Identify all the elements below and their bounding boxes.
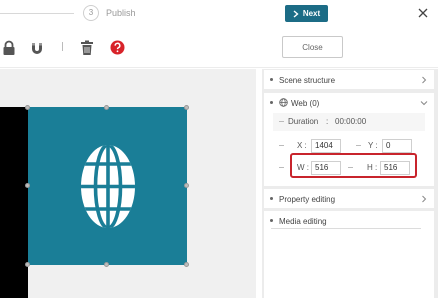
- magnet-icon[interactable]: [30, 40, 44, 56]
- close-icon[interactable]: [418, 8, 428, 18]
- property-editing-title: Property editing: [279, 195, 336, 204]
- dash-icon: [279, 145, 284, 146]
- size-highlight-box: [290, 153, 417, 178]
- stage-background: [0, 107, 28, 298]
- step-connector: [0, 13, 74, 14]
- bullet-icon: [270, 101, 273, 104]
- top-bar: 3 Publish Next: [0, 0, 438, 30]
- bullet-icon: [270, 78, 273, 81]
- scene-structure-header[interactable]: Scene structure: [264, 70, 434, 90]
- resize-handle-top-right[interactable]: [184, 105, 189, 110]
- media-editing-title: Media editing: [279, 217, 327, 226]
- bullet-icon: [270, 197, 273, 200]
- y-label: Y :: [368, 141, 378, 150]
- help-icon[interactable]: [110, 40, 125, 55]
- chevron-right-icon: [422, 195, 427, 203]
- dash-icon: [279, 167, 284, 168]
- divider: [271, 228, 421, 229]
- chevron-right-icon: [293, 9, 299, 18]
- resize-handle-bottom-left[interactable]: [25, 262, 30, 267]
- web-media-element[interactable]: [28, 107, 187, 265]
- close-button[interactable]: Close: [282, 36, 343, 58]
- step-number[interactable]: 3: [83, 5, 99, 21]
- resize-handle-bottom[interactable]: [104, 262, 109, 267]
- lock-icon[interactable]: [2, 40, 16, 56]
- scene-structure-title: Scene structure: [279, 76, 336, 85]
- duration-row: Duration : 00:00:00: [273, 113, 425, 131]
- y-input[interactable]: 0: [382, 139, 412, 153]
- bullet-icon: [270, 219, 273, 222]
- resize-handle-bottom-right[interactable]: [184, 262, 189, 267]
- trash-icon[interactable]: [80, 40, 94, 56]
- duration-separator: :: [326, 117, 329, 126]
- canvas-area[interactable]: [0, 69, 256, 298]
- properties-panel: Scene structure Web (0) Duration: 00:00…: [262, 69, 438, 298]
- property-editing-section[interactable]: Property editing: [264, 189, 434, 208]
- duration-value: 00:00:00: [335, 117, 367, 126]
- resize-handle-left[interactable]: [25, 183, 30, 188]
- web-section-header[interactable]: Web (0): [264, 93, 434, 113]
- toolbar: Close: [0, 30, 438, 68]
- duration-label: Duration: [288, 117, 319, 126]
- x-input[interactable]: 1404: [311, 139, 341, 153]
- resize-handle-right[interactable]: [184, 183, 189, 188]
- web-globe-icon: [279, 98, 288, 107]
- resize-handle-top[interactable]: [104, 105, 109, 110]
- x-label: X :: [297, 141, 307, 150]
- resize-handle-top-left[interactable]: [25, 105, 30, 110]
- chevron-right-icon: [422, 76, 427, 84]
- dash-icon: [356, 145, 361, 146]
- app-window: 3 Publish Next Close Scene structure Web…: [0, 0, 438, 298]
- globe-icon: [81, 145, 135, 228]
- chevron-down-icon: [420, 101, 428, 106]
- property-editing-header[interactable]: Property editing: [264, 189, 434, 209]
- web-section-title: Web (0): [291, 99, 320, 108]
- next-button-label: Next: [302, 9, 321, 18]
- media-editing-section: Media editing: [264, 211, 434, 298]
- step-publish-label[interactable]: Publish: [106, 8, 136, 18]
- scene-structure-section[interactable]: Scene structure: [264, 70, 434, 89]
- dash-icon: [279, 121, 284, 122]
- toolbar-separator: [62, 42, 63, 51]
- next-button[interactable]: Next: [285, 5, 328, 22]
